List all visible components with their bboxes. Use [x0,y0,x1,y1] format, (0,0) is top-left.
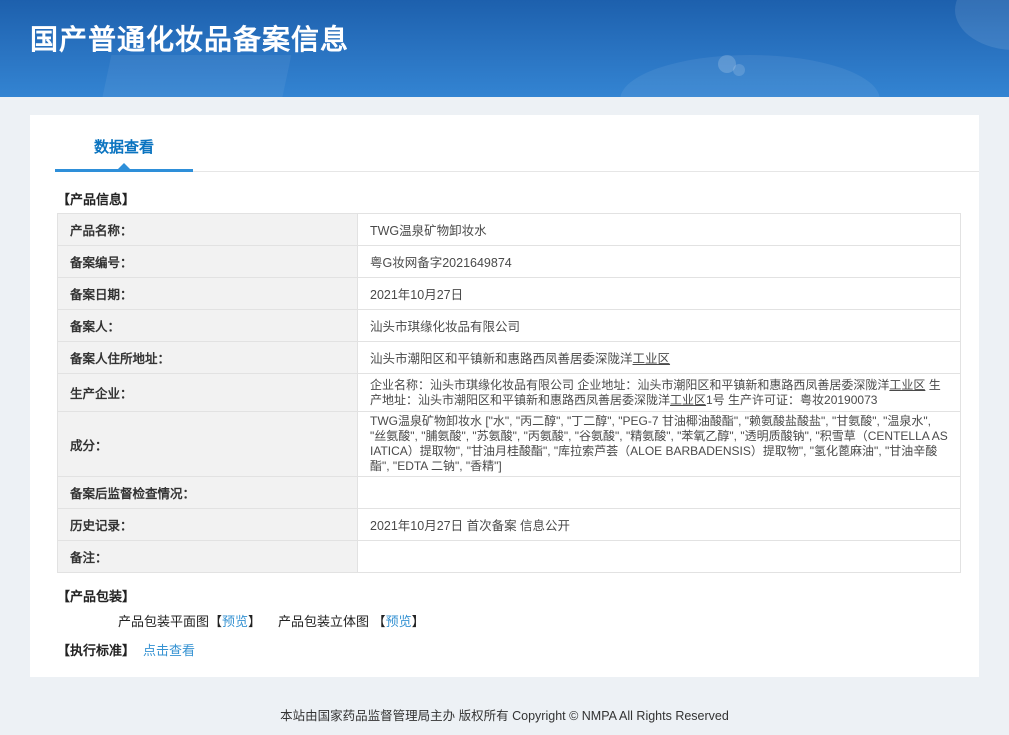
address-text: 汕头市潮阳区和平镇新和惠路西凤善居委深陇洋 [370,352,633,366]
tab-bar-divider [193,171,979,172]
row-value: 企业名称：汕头市琪缘化妆品有限公司 企业地址：汕头市潮阳区和平镇新和惠路西凤善居… [357,373,961,412]
footer-text: 本站由国家药品监督管理局主办 版权所有 Copyright © NMPA All… [280,709,729,723]
banner-decoration [620,55,880,97]
standard-heading: 【执行标准】 [57,643,136,658]
page-header-banner: 国产普通化妆品备案信息 [0,0,1009,97]
manufacturer-underlined-text: 工业区 [670,392,707,407]
banner-decoration [733,64,745,76]
row-label: 备案人： [57,309,358,342]
address-underlined-text: 工业区 [632,352,671,366]
row-label: 历史记录： [57,508,358,541]
product-info-table: 产品名称： TWG温泉矿物卸妆水 备案编号： 粤G妆网备字2021649874 … [57,213,961,573]
row-value: 汕头市琪缘化妆品有限公司 [357,309,961,342]
row-label: 备案日期： [57,277,358,310]
row-value [357,540,961,573]
row-label: 备注： [57,540,358,573]
packaging-preview-row: 产品包装平面图【预览】 产品包装立体图 【预览】 [30,611,979,630]
row-value: 2021年10月27日 首次备案 信息公开 [357,508,961,541]
row-label: 备案后监督检查情况： [57,476,358,509]
content-card: 数据查看 【产品信息】 产品名称： TWG温泉矿物卸妆水 备案编号： 粤G妆网备… [30,115,979,677]
tab-active-underline [55,169,193,172]
stereo-preview-group: 产品包装立体图 【预览】 [278,611,425,630]
row-value: TWG温泉矿物卸妆水 [357,213,961,246]
row-value: TWG温泉矿物卸妆水 ["水", "丙二醇", "丁二醇", "PEG-7 甘油… [357,411,961,477]
row-value [357,476,961,509]
tab-bar: 数据查看 [30,115,979,172]
banner-decoration [955,0,1009,50]
row-label: 产品名称： [57,213,358,246]
flat-preview-bracket: 】 [248,614,262,629]
table-row-reg-date: 备案日期： 2021年10月27日 [57,277,961,310]
row-label: 备案编号： [57,245,358,278]
flat-preview-link[interactable]: 预览 [222,614,248,629]
row-value: 粤G妆网备字2021649874 [357,245,961,278]
row-label: 成分： [57,411,358,477]
product-info-heading: 【产品信息】 [57,192,136,207]
table-row-name: 产品名称： TWG温泉矿物卸妆水 [57,213,961,246]
flat-preview-label: 产品包装平面图【 [118,614,223,629]
stereo-preview-bracket: 】 [411,614,425,629]
table-row-reg-no: 备案编号： 粤G妆网备字2021649874 [57,245,961,278]
manufacturer-underlined-text: 工业区 [889,377,926,392]
standard-row: 【执行标准】 点击查看 [57,640,979,659]
table-row-manufacturer: 生产企业： 企业名称：汕头市琪缘化妆品有限公司 企业地址：汕头市潮阳区和平镇新和… [57,373,961,412]
view-standard-link[interactable]: 点击查看 [143,643,195,658]
stereo-preview-link[interactable]: 预览 [386,614,412,629]
table-row-remark: 备注： [57,540,961,573]
banner-decoration [98,55,292,97]
row-value: 2021年10月27日 [357,277,961,310]
table-row-registrant: 备案人： 汕头市琪缘化妆品有限公司 [57,309,961,342]
manufacturer-text: 企业名称：汕头市琪缘化妆品有限公司 企业地址：汕头市潮阳区和平镇新和惠路西凤善居… [370,377,890,392]
tab-data-view[interactable]: 数据查看 [55,136,193,157]
row-label: 备案人住所地址： [57,341,358,374]
table-row-history: 历史记录： 2021年10月27日 首次备案 信息公开 [57,508,961,541]
page-title: 国产普通化妆品备案信息 [30,24,350,55]
manufacturer-text: 1号 生产许可证：粤妆20190073 [706,392,878,407]
row-value: 汕头市潮阳区和平镇新和惠路西凤善居委深陇洋工业区 [357,341,961,374]
table-row-supervision: 备案后监督检查情况： [57,476,961,509]
packaging-heading: 【产品包装】 [57,589,136,604]
table-row-ingredients: 成分： TWG温泉矿物卸妆水 ["水", "丙二醇", "丁二醇", "PEG-… [57,411,961,477]
flat-preview-group: 产品包装平面图【预览】 [118,611,261,630]
tab-active-triangle [118,163,130,169]
stereo-preview-label: 产品包装立体图 【 [278,614,386,629]
row-label: 生产企业： [57,373,358,412]
table-row-registrant-address: 备案人住所地址： 汕头市潮阳区和平镇新和惠路西凤善居委深陇洋工业区 [57,341,961,374]
